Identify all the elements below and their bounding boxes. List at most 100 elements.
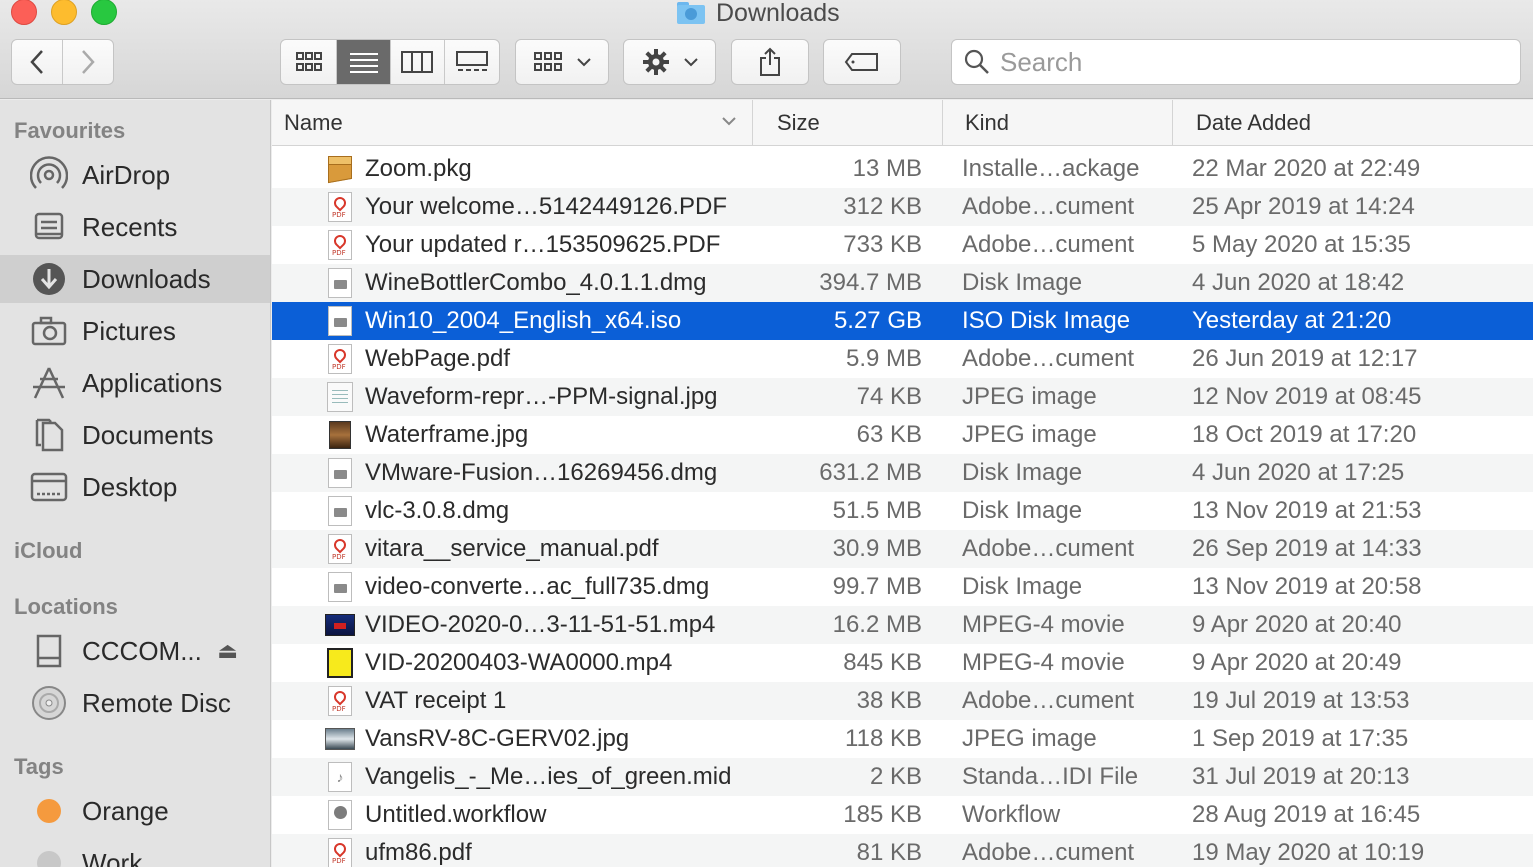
file-row[interactable]: WineBottlerCombo_4.0.1.1.dmg 394.7 MB Di… (272, 264, 1533, 302)
search-field[interactable] (951, 39, 1521, 85)
chevron-right-icon (81, 50, 95, 74)
file-row[interactable]: Your welcome…5142449126.PDF 312 KB Adobe… (272, 188, 1533, 226)
share-button[interactable] (731, 39, 809, 85)
file-row[interactable]: VansRV-8C-GERV02.jpg 118 KB JPEG image 1… (272, 720, 1533, 758)
disk-image-icon (325, 571, 355, 603)
file-row[interactable]: VAT receipt 1 38 KB Adobe…cument 19 Jul … (272, 682, 1533, 720)
sidebar-item-desktop[interactable]: Desktop (0, 463, 270, 511)
sidebar-item-documents[interactable]: Documents (0, 411, 270, 459)
nav-buttons (11, 39, 114, 85)
sidebar-item-cccom[interactable]: CCCOM... ⏏ (0, 627, 270, 675)
pdf-icon (325, 191, 355, 223)
file-row[interactable]: vlc-3.0.8.dmg 51.5 MB Disk Image 13 Nov … (272, 492, 1533, 530)
column-header-name[interactable]: Name (272, 100, 753, 146)
file-size: 5.27 GB (833, 307, 922, 334)
file-row[interactable]: WebPage.pdf 5.9 MB Adobe…cument 26 Jun 2… (272, 340, 1533, 378)
column-header-size[interactable]: Size (753, 100, 943, 146)
group-by-button[interactable] (515, 39, 609, 85)
gallery-view-button[interactable] (445, 40, 499, 84)
disk-image-icon (325, 495, 355, 527)
camera-icon (30, 312, 68, 350)
eject-icon[interactable]: ⏏ (217, 638, 238, 664)
columns-icon (401, 51, 434, 73)
sidebar-item-recents[interactable]: Recents (0, 203, 270, 251)
sidebar-item-tag-work[interactable]: Work (0, 839, 270, 867)
file-size: 81 KB (856, 839, 922, 866)
file-kind: Disk Image (962, 269, 1083, 296)
downloads-folder-icon (676, 1, 706, 25)
file-row[interactable]: VMware-Fusion…16269456.dmg 631.2 MB Disk… (272, 454, 1533, 492)
sidebar-item-label: Recents (82, 211, 178, 242)
airdrop-icon (30, 156, 68, 194)
disk-image-icon (325, 305, 355, 337)
zoom-window-button[interactable] (91, 0, 117, 25)
file-name: VMware-Fusion…16269456.dmg (365, 459, 718, 486)
list-view-button[interactable] (337, 40, 391, 84)
icon-view-button[interactable] (281, 40, 338, 84)
back-button[interactable] (12, 40, 63, 84)
search-input[interactable] (1000, 46, 1480, 78)
sidebar-item-label: Downloads (82, 263, 211, 294)
sidebar-item-downloads[interactable]: Downloads (0, 255, 270, 303)
file-name: Win10_2004_English_x64.iso (365, 307, 682, 334)
file-size: 38 KB (856, 687, 922, 714)
file-size: 845 KB (843, 649, 922, 676)
pdf-icon (325, 343, 355, 375)
file-kind: Adobe…cument (962, 687, 1135, 714)
sidebar-item-pictures[interactable]: Pictures (0, 307, 270, 355)
gallery-icon (455, 51, 488, 71)
file-kind: Disk Image (962, 573, 1083, 600)
file-row[interactable]: Waterframe.jpg 63 KB JPEG image 18 Oct 2… (272, 416, 1533, 454)
file-kind: Standa…IDI File (962, 763, 1139, 790)
forward-button[interactable] (63, 40, 114, 84)
chevron-down-icon (577, 58, 591, 67)
file-row[interactable]: vitara__service_manual.pdf 30.9 MB Adobe… (272, 530, 1533, 568)
sidebar-item-airdrop[interactable]: AirDrop (0, 151, 270, 199)
file-row[interactable]: video-converte…ac_full735.dmg 99.7 MB Di… (272, 568, 1533, 606)
minimize-window-button[interactable] (51, 0, 77, 25)
file-name: VAT receipt 1 (365, 687, 507, 714)
tags-heading: Tags (14, 754, 64, 779)
sidebar-item-remote-disc[interactable]: Remote Disc (0, 679, 270, 727)
chevron-down-icon (722, 117, 736, 126)
file-row[interactable]: Zoom.pkg 13 MB Installe…ackage 22 Mar 20… (272, 150, 1533, 188)
file-row[interactable]: ♪ Vangelis_-_Me…ies_of_green.mid 2 KB St… (272, 758, 1533, 796)
close-window-button[interactable] (11, 0, 37, 25)
grid-icon (295, 52, 322, 71)
edit-tags-button[interactable] (823, 39, 901, 85)
file-row[interactable]: VID-20200403-WA0000.mp4 845 KB MPEG-4 mo… (272, 644, 1533, 682)
sidebar-item-applications[interactable]: Applications (0, 359, 270, 407)
orange-tag-dot-icon (37, 799, 61, 823)
sidebar-item-tag-orange[interactable]: Orange (0, 787, 270, 835)
favourites-heading: Favourites (14, 118, 126, 143)
sidebar-item-label: Documents (82, 419, 214, 450)
icloud-heading: iCloud (14, 538, 83, 563)
file-name: VansRV-8C-GERV02.jpg (365, 725, 630, 752)
file-date-added: 26 Sep 2019 at 14:33 (1192, 535, 1422, 562)
file-row[interactable]: Untitled.workflow 185 KB Workflow 28 Aug… (272, 796, 1533, 834)
column-view-button[interactable] (391, 40, 445, 84)
file-row[interactable]: ufm86.pdf 81 KB Adobe…cument 19 May 2020… (272, 834, 1533, 867)
file-row[interactable]: Waveform-repr…-PPM-signal.jpg 74 KB JPEG… (272, 378, 1533, 416)
file-kind: Disk Image (962, 497, 1083, 524)
file-size: 185 KB (843, 801, 922, 828)
tag-icon (844, 53, 878, 71)
recents-icon (30, 208, 68, 246)
midi-icon: ♪ (325, 761, 355, 793)
file-date-added: 31 Jul 2019 at 20:13 (1192, 763, 1410, 790)
column-header-date-added[interactable]: Date Added (1173, 100, 1533, 146)
file-kind: MPEG-4 movie (962, 611, 1125, 638)
desktop-icon (30, 468, 68, 506)
toolbar: Downloads (0, 0, 1533, 99)
share-icon (760, 47, 780, 76)
window-title-text: Downloads (716, 0, 840, 27)
pdf-icon (325, 837, 355, 867)
column-header-label: Date Added (1196, 110, 1311, 135)
column-header-kind[interactable]: Kind (943, 100, 1173, 146)
movie-icon (325, 609, 355, 641)
file-row-selected[interactable]: Win10_2004_English_x64.iso 5.27 GB ISO D… (272, 302, 1533, 340)
file-date-added: 18 Oct 2019 at 17:20 (1192, 421, 1417, 448)
action-menu-button[interactable] (623, 39, 716, 85)
file-row[interactable]: Your updated r…153509625.PDF 733 KB Adob… (272, 226, 1533, 264)
file-row[interactable]: VIDEO-2020-0…3-11-51-51.mp4 16.2 MB MPEG… (272, 606, 1533, 644)
